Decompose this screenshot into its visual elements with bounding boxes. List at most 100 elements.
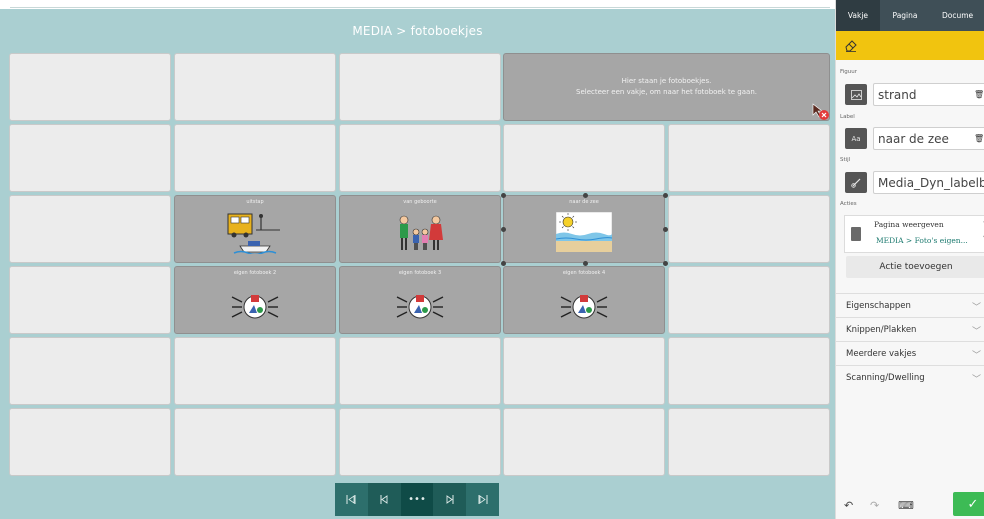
more-pages-button[interactable]: ••• xyxy=(400,483,434,516)
accordion-scanning-dwelling[interactable]: Scanning/Dwelling ﹀ xyxy=(836,365,984,390)
accordion-label: Meerdere vakjes xyxy=(846,349,917,359)
cell-label: eigen fotoboek 4 xyxy=(562,270,606,276)
grid-cell-empty[interactable] xyxy=(174,124,336,192)
beach-picture xyxy=(556,212,612,252)
cell-label: naar de zee xyxy=(569,199,599,205)
panel-footer: ↶ ↷ ⌨ ✓ xyxy=(836,492,984,519)
remove-cell-icon[interactable] xyxy=(812,103,830,121)
panel-tabs: Vakje Pagina Docume xyxy=(836,0,984,31)
stijl-field[interactable]: Media_Dyn_labelbov xyxy=(873,171,984,194)
add-action-button[interactable]: Actie toevoegen xyxy=(846,256,984,278)
grid-cell-empty[interactable] xyxy=(174,53,336,121)
grid-cell-eigen-fotoboek-4[interactable]: eigen fotoboek 4 xyxy=(503,266,665,334)
action-title: Pagina weergeven xyxy=(874,220,944,229)
board-editor: MEDIA > fotoboekjes Hier staan je fotobo… xyxy=(0,0,835,519)
skip-prev-icon xyxy=(380,495,388,504)
photobook-icon xyxy=(560,295,608,319)
page-icon xyxy=(851,227,861,241)
label-label: Label xyxy=(840,114,855,120)
redo-icon[interactable]: ↷ xyxy=(870,499,879,512)
accordion-label: Scanning/Dwelling xyxy=(846,373,925,383)
info-line-2: Selecteer een vakje, om naar het fotoboe… xyxy=(576,88,757,96)
grid-cell-empty[interactable] xyxy=(339,53,501,121)
last-page-button[interactable] xyxy=(466,483,499,516)
figuur-field[interactable]: strand xyxy=(873,83,984,106)
chevron-down-icon: ﹀ xyxy=(972,302,982,313)
stijl-label: Stijl xyxy=(840,157,851,163)
action-target-link[interactable]: MEDIA > Foto's eigen... xyxy=(876,236,968,245)
grid-cell-empty[interactable] xyxy=(668,408,830,476)
label-field[interactable]: naar de zee xyxy=(873,127,984,150)
selection-handle[interactable] xyxy=(663,261,668,266)
page-title: MEDIA > fotoboekjes xyxy=(352,24,483,38)
photobook-icon xyxy=(231,295,279,319)
skip-next-icon xyxy=(446,495,454,504)
grid-cell-empty[interactable] xyxy=(668,195,830,263)
grid-cell-empty[interactable] xyxy=(9,337,171,405)
tab-vakje[interactable]: Vakje xyxy=(836,0,880,31)
text-icon[interactable]: Aa xyxy=(845,128,867,149)
accordion-eigenschappen[interactable]: Eigenschappen ﹀ xyxy=(836,293,984,318)
eraser-icon[interactable] xyxy=(844,38,858,52)
grid-cell-empty[interactable] xyxy=(503,408,665,476)
confirm-button[interactable]: ✓ xyxy=(953,492,984,516)
bus-boat-picture xyxy=(227,213,280,254)
grid-cell-empty[interactable] xyxy=(339,408,501,476)
undo-icon[interactable]: ↶ xyxy=(844,499,853,512)
acties-label: Acties xyxy=(840,201,857,207)
grid-cell-empty[interactable] xyxy=(339,124,501,192)
accordion-label: Knippen/Plakken xyxy=(846,325,917,335)
grid-cell-empty[interactable] xyxy=(9,408,171,476)
tab-pagina[interactable]: Pagina xyxy=(880,0,930,31)
accordion-label: Eigenschappen xyxy=(846,301,911,311)
grid-cell-empty[interactable] xyxy=(174,337,336,405)
info-cell[interactable]: Hier staan je fotoboekjes. Selecteer een… xyxy=(503,53,830,121)
delete-icon[interactable]: 🗑 xyxy=(974,134,984,143)
image-icon[interactable] xyxy=(845,84,867,105)
accordion-meerdere-vakjes[interactable]: Meerdere vakjes ﹀ xyxy=(836,341,984,366)
app-window: MEDIA > fotoboekjes Hier staan je fotobo… xyxy=(0,0,984,519)
grid-cell-empty[interactable] xyxy=(668,124,830,192)
info-line-1: Hier staan je fotoboekjes. xyxy=(621,77,712,85)
grid-cell-empty[interactable] xyxy=(9,266,171,334)
page-navigation: ••• xyxy=(335,483,499,516)
grid-cell-naar-de-zee[interactable]: naar de zee xyxy=(501,193,668,266)
cell-label: eigen fotoboek 2 xyxy=(233,270,277,276)
grid-cell-eigen-fotoboek-3[interactable]: eigen fotoboek 3 xyxy=(339,266,501,334)
selection-handle[interactable] xyxy=(501,193,506,198)
grid-cell-empty[interactable] xyxy=(339,337,501,405)
photobook-icon xyxy=(396,295,444,319)
action-item[interactable]: Pagina weergeven ✎ MEDIA > Foto's eigen.… xyxy=(844,215,984,253)
selection-handle[interactable] xyxy=(501,227,506,232)
accordion-knippen-plakken[interactable]: Knippen/Plakken ﹀ xyxy=(836,317,984,342)
grid-cell-uitstap[interactable]: uitstap xyxy=(174,195,336,263)
selection-handle[interactable] xyxy=(583,193,588,198)
skip-first-icon xyxy=(346,495,356,504)
family-picture xyxy=(399,215,443,250)
tab-document[interactable]: Docume xyxy=(930,0,984,31)
grid-cell-empty[interactable] xyxy=(668,266,830,334)
chevron-down-icon: ﹀ xyxy=(972,374,982,385)
next-page-button[interactable] xyxy=(433,483,467,516)
tool-bar xyxy=(836,31,984,60)
properties-panel: Vakje Pagina Docume Figuur strand 🗑 Labe… xyxy=(835,0,984,519)
grid-cell-empty[interactable] xyxy=(503,337,665,405)
grid-cell-empty[interactable] xyxy=(9,124,171,192)
cell-label: uitstap xyxy=(246,199,264,205)
figuur-label: Figuur xyxy=(840,69,858,75)
grid-cell-van-geboorte[interactable]: van geboorte xyxy=(339,195,501,263)
grid-cell-empty[interactable] xyxy=(668,337,830,405)
keyboard-icon[interactable]: ⌨ xyxy=(898,499,914,512)
grid-cell-empty[interactable] xyxy=(9,53,171,121)
previous-page-button[interactable] xyxy=(367,483,401,516)
grid-cell-empty[interactable] xyxy=(9,195,171,263)
chevron-down-icon: ﹀ xyxy=(972,326,982,337)
delete-icon[interactable]: 🗑 xyxy=(974,90,984,99)
top-strip xyxy=(0,0,835,9)
chevron-down-icon: ﹀ xyxy=(972,350,982,361)
grid-cell-eigen-fotoboek-2[interactable]: eigen fotoboek 2 xyxy=(174,266,336,334)
grid-cell-empty[interactable] xyxy=(174,408,336,476)
brush-icon[interactable] xyxy=(845,172,867,193)
grid-cell-empty[interactable] xyxy=(503,124,665,192)
first-page-button[interactable] xyxy=(335,483,368,516)
